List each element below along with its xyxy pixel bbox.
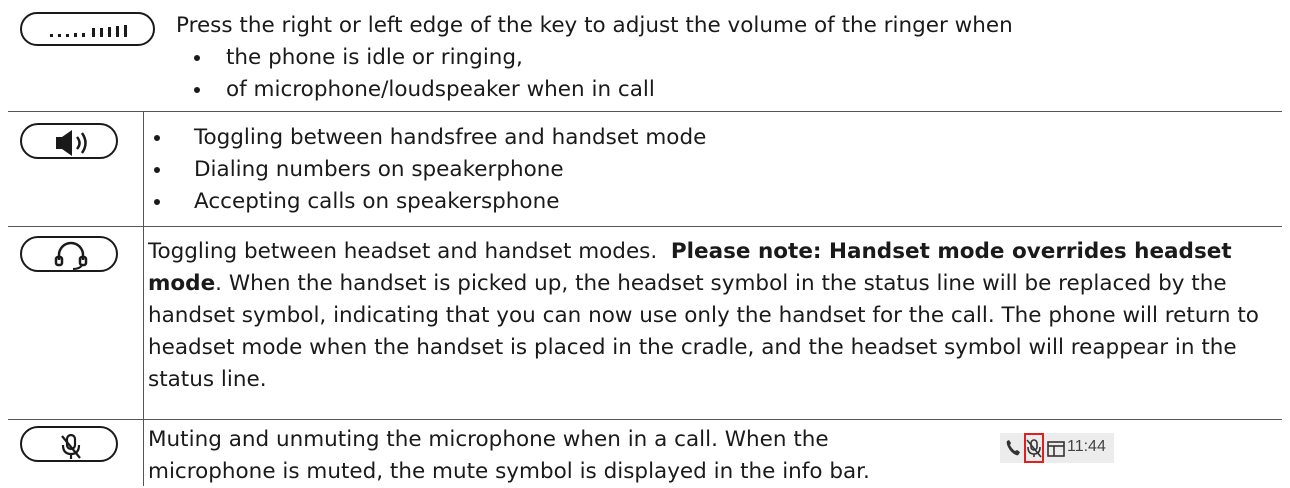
headset-text-body: . When the handset is picked up, the hea… bbox=[148, 271, 1259, 392]
volume-intro-text: Press the right or left edge of the key … bbox=[176, 13, 1013, 38]
headset-icon bbox=[20, 236, 118, 272]
volume-bullet-list: the phone is idle or ringing, of microph… bbox=[176, 42, 1280, 106]
mute-icon bbox=[20, 426, 118, 462]
row-divider bbox=[8, 226, 1282, 227]
headset-text-intro: Toggling between headset and handset mod… bbox=[148, 239, 671, 264]
row-divider bbox=[8, 419, 1282, 420]
row-divider bbox=[8, 111, 1282, 112]
volume-rocker-icon bbox=[20, 12, 155, 46]
screen-icon bbox=[1047, 441, 1065, 457]
list-item: Toggling between handsfree and handset m… bbox=[148, 122, 1280, 154]
mute-highlight-box bbox=[1024, 433, 1044, 463]
list-item: of microphone/loudspeaker when in call bbox=[176, 74, 1280, 106]
list-item: Dialing numbers on speakerphone bbox=[148, 154, 1280, 186]
speaker-bullet-list: Toggling between handsfree and handset m… bbox=[148, 122, 1280, 218]
list-item: Accepting calls on speakersphone bbox=[148, 186, 1280, 218]
phone-icon bbox=[1006, 440, 1020, 456]
speaker-icon bbox=[20, 123, 118, 159]
mute-key-description: Muting and unmuting the microphone when … bbox=[148, 424, 883, 488]
status-time: 11:44 bbox=[1067, 438, 1106, 455]
speaker-key-description: Toggling between handsfree and handset m… bbox=[148, 122, 1280, 218]
mute-text: Muting and unmuting the microphone when … bbox=[148, 427, 870, 484]
info-bar: 11:44 bbox=[1000, 433, 1114, 463]
column-divider bbox=[143, 111, 144, 486]
list-item: the phone is idle or ringing, bbox=[176, 42, 1280, 74]
headset-key-description: Toggling between headset and handset mod… bbox=[148, 236, 1280, 396]
volume-key-description: Press the right or left edge of the key … bbox=[176, 10, 1280, 106]
